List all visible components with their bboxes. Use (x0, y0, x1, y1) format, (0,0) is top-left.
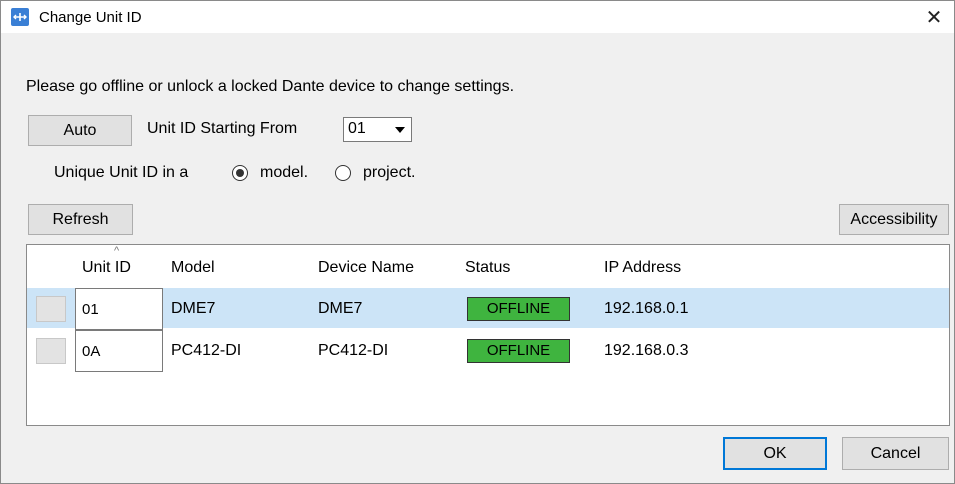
sort-ascending-icon: ^ (114, 245, 120, 257)
unit-id-field[interactable]: 0A (75, 330, 163, 372)
column-header-unit-id[interactable]: Unit ID (82, 259, 131, 277)
ip-address-cell: 192.168.0.3 (604, 342, 689, 359)
unit-id-value: 0A (82, 343, 101, 360)
status-badge: OFFLINE (467, 339, 570, 363)
table-row[interactable]: 01 DME7 DME7 OFFLINE 192.168.0.1 (27, 288, 949, 330)
radio-model-label[interactable]: model. (260, 164, 308, 182)
model-cell: DME7 (171, 300, 216, 317)
app-icon (11, 8, 29, 26)
column-header-status[interactable]: Status (465, 259, 510, 277)
model-cell: PC412-DI (171, 342, 242, 359)
status-badge: OFFLINE (467, 297, 570, 321)
row-select-handle[interactable] (36, 338, 66, 364)
column-header-device-name[interactable]: Device Name (318, 259, 414, 277)
unique-unit-id-label: Unique Unit ID in a (54, 164, 189, 181)
auto-button[interactable]: Auto (28, 115, 132, 146)
unit-id-starting-label: Unit ID Starting From (147, 120, 298, 137)
device-name-cell: DME7 (318, 300, 363, 317)
close-icon[interactable]: ✕ (914, 1, 954, 33)
chevron-down-icon (395, 127, 405, 133)
unit-id-field[interactable]: 01 (75, 288, 163, 330)
refresh-button[interactable]: Refresh (28, 204, 133, 235)
change-unit-id-dialog: Change Unit ID ✕ Please go offline or un… (0, 0, 955, 484)
instruction-text: Please go offline or unlock a locked Dan… (26, 78, 515, 95)
device-name-cell: PC412-DI (318, 342, 389, 359)
radio-project-label[interactable]: project. (363, 164, 415, 182)
ip-address-cell: 192.168.0.1 (604, 300, 689, 317)
device-table: ^ Unit ID Model Device Name Status IP Ad… (26, 244, 950, 426)
column-header-model[interactable]: Model (171, 259, 215, 277)
radio-project[interactable] (335, 165, 351, 181)
unit-id-value: 01 (82, 301, 99, 318)
row-select-handle[interactable] (36, 296, 66, 322)
unit-id-start-select[interactable]: 01 (343, 117, 412, 142)
cancel-button[interactable]: Cancel (842, 437, 949, 470)
table-row[interactable]: 0A PC412-DI PC412-DI OFFLINE 192.168.0.3 (27, 330, 949, 372)
radio-model[interactable] (232, 165, 248, 181)
title-bar: Change Unit ID ✕ (1, 1, 954, 33)
column-header-ip-address[interactable]: IP Address (604, 259, 681, 277)
window-title: Change Unit ID (39, 9, 142, 26)
accessibility-button[interactable]: Accessibility (839, 204, 949, 235)
ok-button[interactable]: OK (723, 437, 827, 470)
unit-id-start-value: 01 (348, 120, 366, 137)
